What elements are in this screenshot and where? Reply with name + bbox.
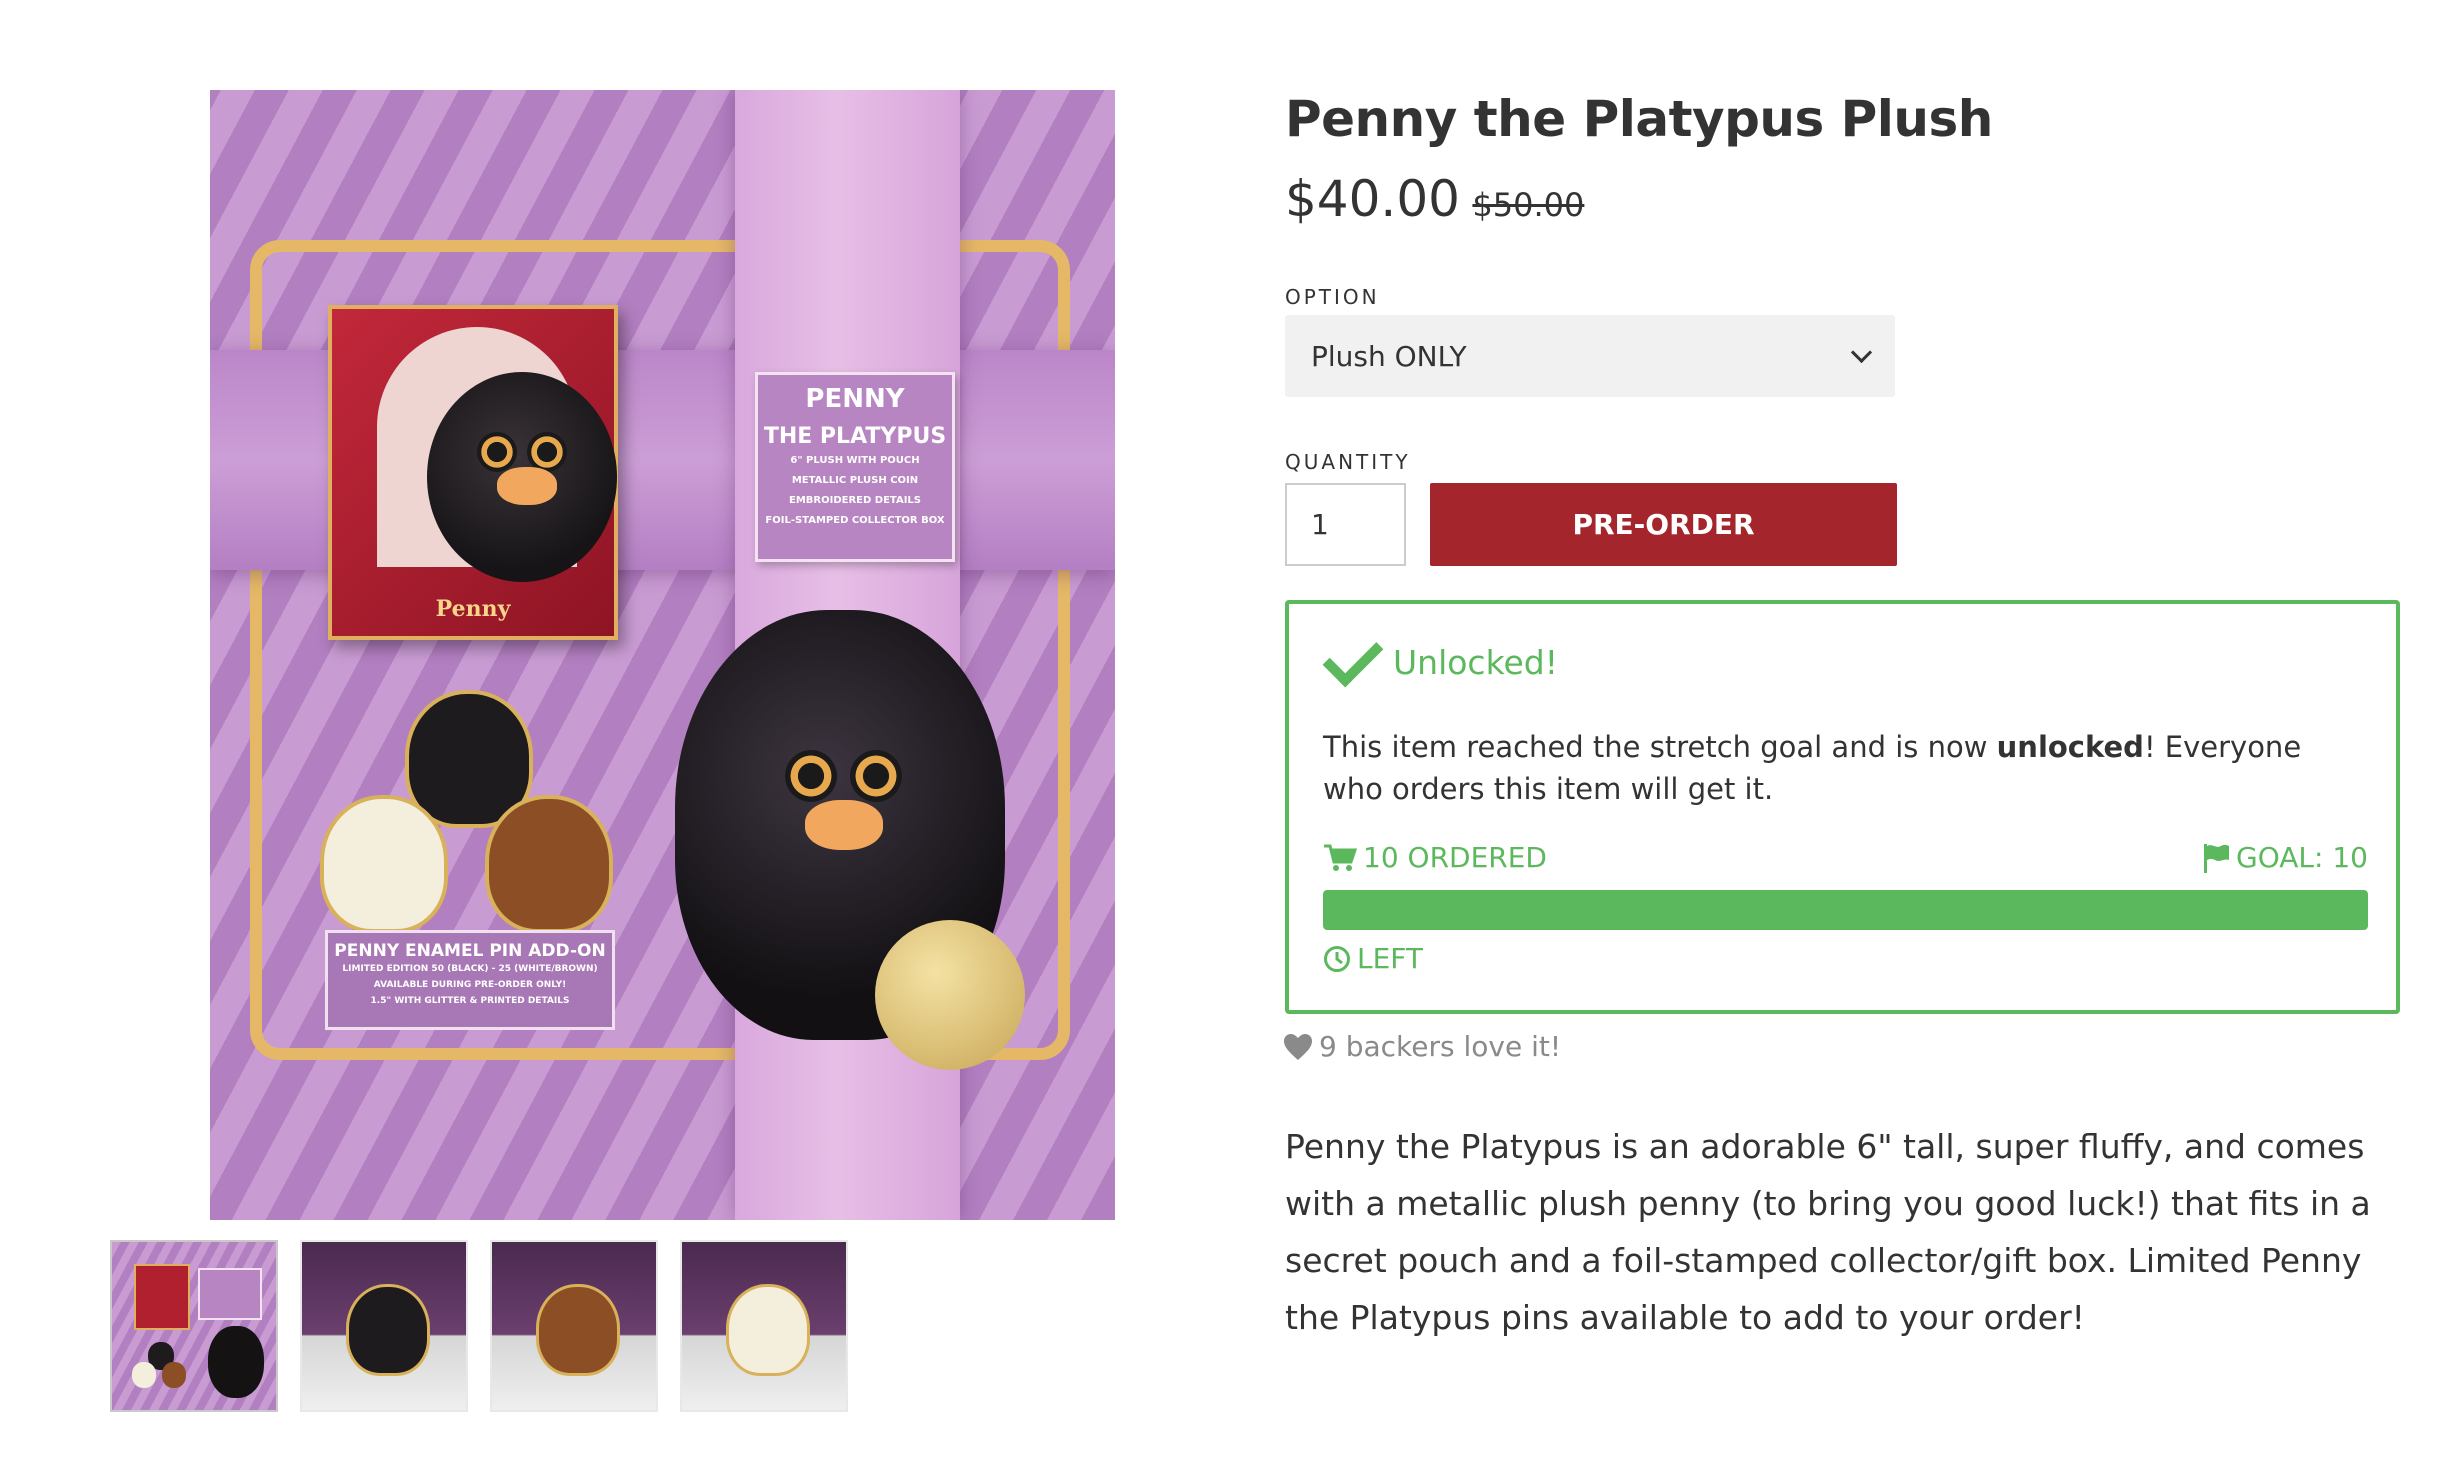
unlocked-status: Unlocked!	[1322, 626, 1558, 688]
goal-description: This item reached the stretch goal and i…	[1323, 726, 2368, 810]
preorder-button[interactable]: PRE-ORDER	[1430, 483, 1897, 566]
progress-bar-fill	[1323, 890, 2368, 930]
feature-label-card: PENNY THE PLATYPUS 6" PLUSH WITH POUCH M…	[755, 372, 955, 562]
chevron-down-icon	[1850, 341, 1873, 364]
label-card-line: EMBROIDERED DETAILS	[789, 495, 921, 506]
checkmark-icon	[1322, 626, 1384, 688]
pin-card-line: AVAILABLE DURING PRE-ORDER ONLY!	[373, 980, 567, 990]
backers-text: 9 backers love it!	[1319, 1030, 1562, 1063]
label-card-line: FOIL-STAMPED COLLECTOR BOX	[765, 515, 945, 526]
unlocked-text: Unlocked!	[1393, 642, 1558, 682]
time-left: LEFT	[1323, 942, 1423, 975]
clock-icon	[1324, 945, 1350, 972]
option-select[interactable]: Plush ONLY	[1285, 315, 1895, 397]
quantity-label: QUANTITY	[1285, 450, 1411, 474]
product-title: Penny the Platypus Plush	[1285, 90, 1993, 148]
ordered-text: 10 ORDERED	[1363, 841, 1547, 874]
heart-icon	[1284, 1033, 1312, 1060]
backers-love[interactable]: 9 backers love it!	[1283, 1030, 1561, 1063]
pin-card-line: 1.5" WITH GLITTER & PRINTED DETAILS	[370, 996, 570, 1006]
pin-addon-card: PENNY ENAMEL PIN ADD-ON LIMITED EDITION …	[325, 930, 615, 1030]
box-brand-text: Penny	[435, 596, 511, 622]
progress-bar	[1323, 890, 2368, 930]
main-product-image[interactable]: Penny PENNY THE PLATYPUS 6" PLUSH WITH P…	[210, 90, 1115, 1220]
thumb-black-pin[interactable]	[300, 1240, 468, 1412]
left-text: LEFT	[1357, 942, 1424, 975]
cart-icon	[1324, 844, 1357, 871]
product-page: Penny PENNY THE PLATYPUS 6" PLUSH WITH P…	[0, 0, 2448, 1478]
brown-pin-image	[485, 795, 613, 933]
box-window	[377, 327, 617, 582]
stretch-goal-panel: Unlocked! This item reached the stretch …	[1285, 600, 2400, 1014]
option-selected-value: Plush ONLY	[1311, 339, 1467, 373]
pin-card-line: LIMITED EDITION 50 (BLACK) - 25 (WHITE/B…	[342, 964, 598, 974]
quantity-input[interactable]: 1	[1285, 483, 1406, 566]
goal-desc-text: This item reached the stretch goal and i…	[1323, 730, 1997, 764]
plush-coin-image	[875, 920, 1025, 1070]
thumb-brown-pin[interactable]	[490, 1240, 658, 1412]
price-row: $40.00 $50.00	[1285, 170, 1584, 228]
goal-desc-bold: unlocked	[1996, 730, 2144, 764]
label-card-line: METALLIC PLUSH COIN	[791, 475, 919, 486]
label-card-title: PENNY	[805, 384, 905, 414]
goal-count: GOAL: 10	[2202, 841, 2368, 874]
compare-price: $50.00	[1472, 186, 1585, 224]
thumb-main[interactable]	[110, 1240, 278, 1412]
white-pin-image	[320, 795, 448, 933]
flag-icon	[2204, 843, 2230, 873]
ordered-count: 10 ORDERED	[1323, 841, 1547, 874]
boxed-plush-image	[427, 372, 617, 582]
label-card-subtitle: THE PLATYPUS	[763, 424, 947, 449]
product-price: $40.00	[1285, 170, 1460, 228]
goal-text: GOAL: 10	[2236, 841, 2368, 874]
pin-card-title: PENNY ENAMEL PIN ADD-ON	[334, 941, 606, 961]
product-description: Penny the Platypus is an adorable 6" tal…	[1285, 1127, 2371, 1337]
plush-image	[675, 610, 1025, 1070]
label-card-line: 6" PLUSH WITH POUCH	[790, 455, 920, 466]
thumb-white-pin[interactable]	[680, 1240, 848, 1412]
option-label: OPTION	[1285, 285, 1380, 309]
collector-box: Penny	[328, 305, 618, 640]
